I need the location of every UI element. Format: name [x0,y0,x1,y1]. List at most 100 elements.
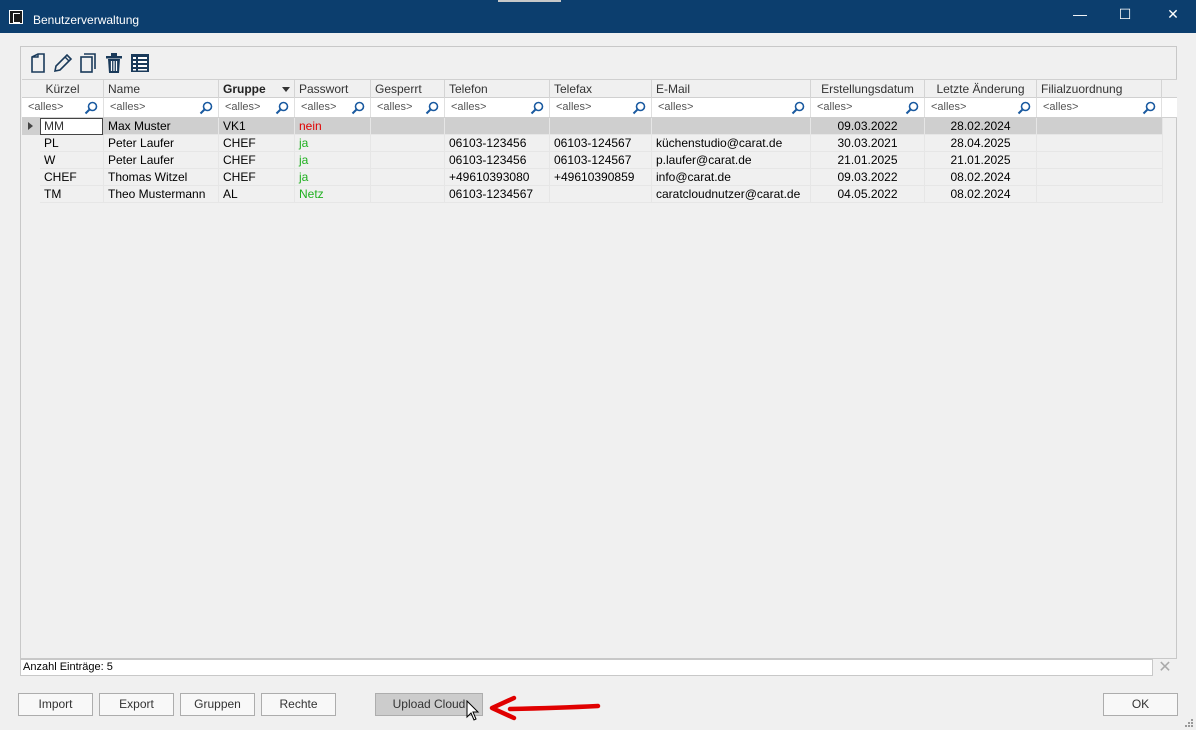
kuerzel-edit-input[interactable]: MM [40,118,103,135]
cell-email[interactable] [652,118,811,135]
resize-grip-icon[interactable] [1182,716,1194,728]
filter-telefax[interactable]: <alles> [550,98,652,117]
cell-telefon[interactable]: 06103-123456 [445,152,550,169]
table-row[interactable]: PL Peter Laufer CHEF ja 06103-123456 061… [22,135,1163,152]
copy-icon[interactable] [77,52,99,74]
filter-kuerzel[interactable]: <alles> [22,98,104,117]
filter-passwort[interactable]: <alles> [295,98,371,117]
table-row[interactable]: TM Theo Mustermann AL Netz 06103-1234567… [22,186,1163,203]
cell-name[interactable]: Thomas Witzel [104,169,219,186]
column-header-erstellungsdatum[interactable]: Erstellungsdatum [811,80,925,98]
clear-icon[interactable]: ✕ [1157,660,1173,676]
column-header-filialzuordnung[interactable]: Filialzuordnung [1037,80,1162,98]
filter-erstellungsdatum[interactable]: <alles> [811,98,925,117]
search-icon[interactable] [1017,101,1031,115]
cell-letzte-aenderung[interactable]: 28.02.2024 [925,118,1037,135]
gruppen-button[interactable]: Gruppen [180,693,255,716]
close-icon[interactable]: ✕ [1150,0,1196,28]
cell-gruppe[interactable]: AL [219,186,295,203]
cell-filialzuordnung[interactable] [1037,169,1163,186]
column-header-name[interactable]: Name [104,80,219,98]
cell-telefax[interactable]: 06103-124567 [550,135,652,152]
cell-letzte-aenderung[interactable]: 08.02.2024 [925,169,1037,186]
cell-gesperrt[interactable] [371,118,445,135]
filter-email[interactable]: <alles> [652,98,811,117]
cell-erstellungsdatum[interactable]: 21.01.2025 [811,152,925,169]
cell-kuerzel[interactable]: W [40,152,104,169]
cell-email[interactable]: küchenstudio@carat.de [652,135,811,152]
rechte-button[interactable]: Rechte [261,693,336,716]
search-icon[interactable] [199,101,213,115]
cell-passwort[interactable]: ja [295,152,371,169]
minimize-icon[interactable]: — [1057,0,1103,28]
column-header-email[interactable]: E-Mail [652,80,811,98]
cell-filialzuordnung[interactable] [1037,186,1163,203]
column-header-gruppe[interactable]: Gruppe [219,80,295,98]
cell-kuerzel[interactable]: PL [40,135,104,152]
list-view-icon[interactable] [129,52,151,74]
column-header-kuerzel[interactable]: Kürzel [22,80,104,98]
search-icon[interactable] [530,101,544,115]
column-header-telefon[interactable]: Telefon [445,80,550,98]
cell-telefax[interactable] [550,118,652,135]
cell-erstellungsdatum[interactable]: 04.05.2022 [811,186,925,203]
import-button[interactable]: Import [18,693,93,716]
cell-erstellungsdatum[interactable]: 09.03.2022 [811,169,925,186]
column-header-passwort[interactable]: Passwort [295,80,371,98]
cell-name[interactable]: Peter Laufer [104,152,219,169]
column-header-letzte-aenderung[interactable]: Letzte Änderung [925,80,1037,98]
search-icon[interactable] [632,101,646,115]
search-icon[interactable] [1142,101,1156,115]
cell-telefon[interactable]: +49610393080 [445,169,550,186]
cell-letzte-aenderung[interactable]: 28.04.2025 [925,135,1037,152]
cell-gesperrt[interactable] [371,152,445,169]
cell-email[interactable]: info@carat.de [652,169,811,186]
search-icon[interactable] [791,101,805,115]
cell-name[interactable]: Peter Laufer [104,135,219,152]
cell-gesperrt[interactable] [371,186,445,203]
cell-telefon[interactable]: 06103-1234567 [445,186,550,203]
table-row[interactable]: MM Max Muster VK1 nein 09.03.2022 28.02.… [22,118,1163,135]
cell-erstellungsdatum[interactable]: 09.03.2022 [811,118,925,135]
cell-telefon[interactable] [445,118,550,135]
cell-letzte-aenderung[interactable]: 21.01.2025 [925,152,1037,169]
cell-name[interactable]: Theo Mustermann [104,186,219,203]
edit-pencil-icon[interactable] [52,52,74,74]
cell-gesperrt[interactable] [371,169,445,186]
cell-kuerzel[interactable]: CHEF [40,169,104,186]
filter-telefon[interactable]: <alles> [445,98,550,117]
cell-letzte-aenderung[interactable]: 08.02.2024 [925,186,1037,203]
cell-filialzuordnung[interactable] [1037,118,1163,135]
cell-gruppe[interactable]: VK1 [219,118,295,135]
filter-name[interactable]: <alles> [104,98,219,117]
cell-erstellungsdatum[interactable]: 30.03.2021 [811,135,925,152]
cell-filialzuordnung[interactable] [1037,152,1163,169]
cell-email[interactable]: caratcloudnutzer@carat.de [652,186,811,203]
filter-filialzuordnung[interactable]: <alles> [1037,98,1162,117]
cell-passwort[interactable]: ja [295,135,371,152]
column-header-telefax[interactable]: Telefax [550,80,652,98]
column-header-gesperrt[interactable]: Gesperrt [371,80,445,98]
search-icon[interactable] [84,101,98,115]
table-row[interactable]: CHEF Thomas Witzel CHEF ja +49610393080 … [22,169,1163,186]
cell-telefax[interactable] [550,186,652,203]
cell-name[interactable]: Max Muster [104,118,219,135]
maximize-icon[interactable]: ☐ [1102,0,1148,28]
cell-email[interactable]: p.laufer@carat.de [652,152,811,169]
cell-gruppe[interactable]: CHEF [219,169,295,186]
cell-kuerzel[interactable]: TM [40,186,104,203]
export-button[interactable]: Export [99,693,174,716]
delete-trash-icon[interactable] [103,52,125,74]
cell-gruppe[interactable]: CHEF [219,152,295,169]
search-icon[interactable] [275,101,289,115]
search-icon[interactable] [905,101,919,115]
filter-gesperrt[interactable]: <alles> [371,98,445,117]
cell-passwort[interactable]: nein [295,118,371,135]
cell-telefax[interactable]: +49610390859 [550,169,652,186]
cell-gruppe[interactable]: CHEF [219,135,295,152]
cell-filialzuordnung[interactable] [1037,135,1163,152]
cell-gesperrt[interactable] [371,135,445,152]
table-row[interactable]: W Peter Laufer CHEF ja 06103-123456 0610… [22,152,1163,169]
cell-telefon[interactable]: 06103-123456 [445,135,550,152]
cell-passwort[interactable]: Netz [295,186,371,203]
